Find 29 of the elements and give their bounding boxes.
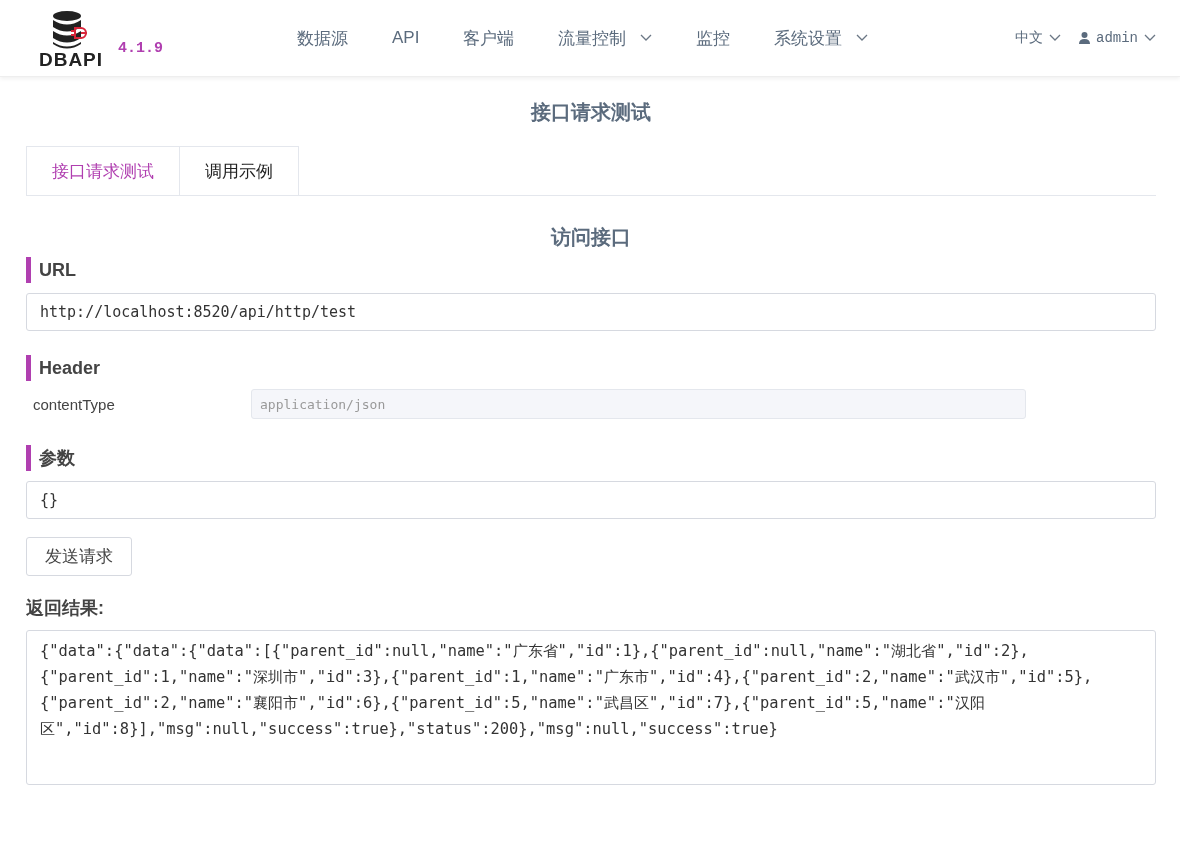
nav-item[interactable]: 数据源 (275, 26, 370, 50)
nav-item[interactable]: API (370, 28, 442, 48)
tab[interactable]: 接口请求测试 (26, 146, 180, 195)
url-field[interactable]: http://localhost:8520/api/http/test (26, 293, 1156, 331)
nav-item[interactable]: 客户端 (441, 26, 537, 50)
send-request-button[interactable]: 发送请求 (26, 537, 132, 576)
tab[interactable]: 调用示例 (179, 146, 299, 195)
caret-icon (856, 34, 869, 42)
params-label: 参数 (26, 445, 1156, 471)
page-title: 接口请求测试 (529, 100, 652, 125)
nav-item[interactable]: 流量控制 (536, 26, 675, 50)
nav-item[interactable]: 系统设置 (752, 26, 891, 50)
logo-text: DBAPI (38, 50, 104, 70)
params-field[interactable]: {} (26, 481, 1156, 519)
user-icon (1079, 32, 1090, 44)
caret-icon (640, 34, 653, 42)
caret-icon (1049, 34, 1061, 42)
header-value-field[interactable]: application/json (251, 389, 1026, 419)
caret-icon (1144, 34, 1156, 42)
header-name: contentType (32, 395, 116, 413)
section-title: 访问接口 (549, 225, 632, 250)
result-field[interactable]: {"data":{"data":{"data":[{"parent_id":null,"name":"广东省","id":1},{"parent_id":null,"name":"湖北省","id":2},{"parent_id":1,"name":"深圳市","id":3},{"parent_id":1,"name":"广东市","id":4},{"parent_id":2,"name":"武汉市","id":5},{"parent_id":2,"name":"襄阳市","id":6},{"parent_id":5,"name":"武昌区","id":7},{"parent_id":5,"name":"汉阳区","id":8}],"msg":null,"success":true},"status":200},"msg":null,"success":true} (26, 630, 1156, 785)
nav-item[interactable]: 监控 (674, 26, 753, 50)
url-label: URL (26, 257, 1156, 283)
header-label: Header (26, 355, 1156, 381)
version-label: 4.1.9 (118, 39, 163, 57)
result-label: 返回结果: (26, 597, 105, 620)
user-menu[interactable]: admin (1079, 30, 1156, 46)
language-menu[interactable]: 中文 (1015, 29, 1061, 47)
